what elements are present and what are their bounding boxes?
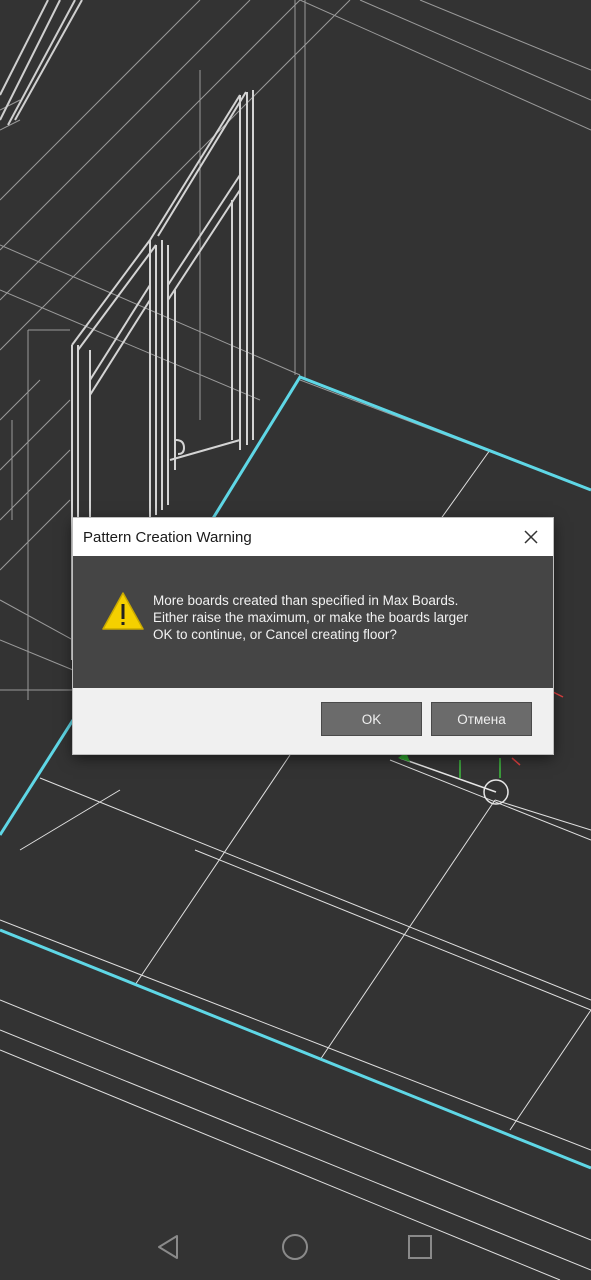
message-line: OK to continue, or Cancel creating floor… bbox=[153, 627, 397, 642]
close-button[interactable] bbox=[509, 518, 553, 556]
home-circle-icon bbox=[282, 1234, 308, 1260]
upper-window-frame bbox=[0, 0, 83, 126]
nav-back-button[interactable] bbox=[149, 1230, 189, 1264]
dialog-titlebar[interactable]: Pattern Creation Warning bbox=[73, 518, 553, 556]
dialog-title: Pattern Creation Warning bbox=[83, 529, 252, 546]
nav-recent-button[interactable] bbox=[400, 1230, 440, 1264]
warning-icon bbox=[102, 592, 144, 630]
dialog-footer: OK Отмена bbox=[73, 688, 553, 754]
dialog-content: More boards created than specified in Ma… bbox=[73, 556, 553, 688]
message-line: Either raise the maximum, or make the bo… bbox=[153, 610, 469, 625]
nav-home-button[interactable] bbox=[275, 1230, 315, 1264]
back-triangle-icon bbox=[158, 1235, 178, 1259]
recent-apps-square-icon bbox=[408, 1235, 432, 1259]
floor-outline bbox=[0, 375, 591, 1170]
close-icon bbox=[524, 530, 538, 544]
message-line: More boards created than specified in Ma… bbox=[153, 593, 459, 608]
android-nav-bar bbox=[0, 1210, 591, 1280]
dialog-message: More boards created than specified in Ma… bbox=[153, 592, 543, 643]
door-handle bbox=[175, 439, 186, 455]
pattern-warning-dialog: Pattern Creation Warning More boards cre… bbox=[73, 518, 553, 754]
ok-button[interactable]: OK bbox=[321, 702, 422, 736]
cancel-button[interactable]: Отмена bbox=[431, 702, 532, 736]
